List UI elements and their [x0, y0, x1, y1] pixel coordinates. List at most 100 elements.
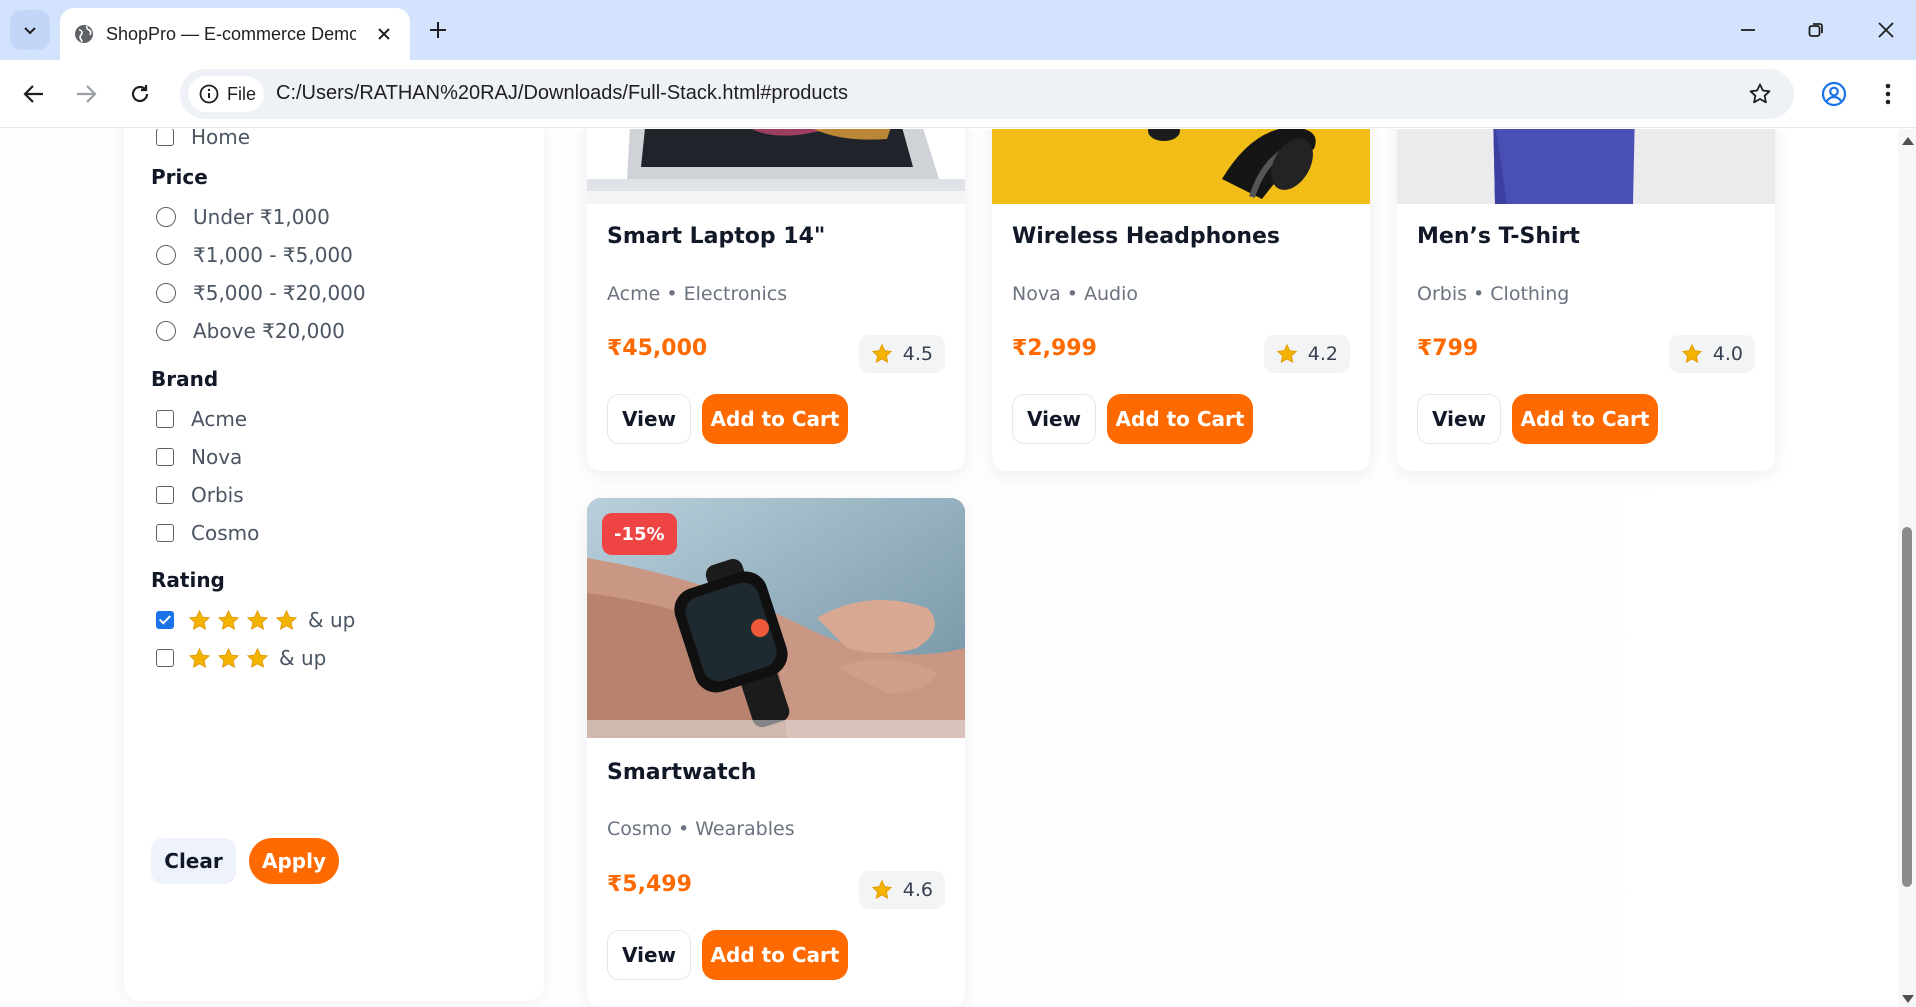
- add-to-cart-button[interactable]: Add to Cart: [1107, 394, 1253, 444]
- option-label: ₹1,000 - ₹5,000: [193, 243, 353, 267]
- product-title[interactable]: Smartwatch: [607, 760, 756, 785]
- reload-button[interactable]: [120, 74, 160, 114]
- scroll-down-arrow-icon[interactable]: [1902, 995, 1914, 1003]
- price-option-above-20000[interactable]: Above ₹20,000: [156, 316, 345, 346]
- brand-option-nova[interactable]: Nova: [156, 442, 242, 472]
- rating-option-3-up[interactable]: & up: [156, 643, 326, 673]
- restore-icon: [1808, 23, 1823, 37]
- radio-button[interactable]: [156, 207, 176, 227]
- chevron-down-icon: [24, 27, 36, 35]
- product-card: Wireless Headphones Nova • Audio ₹2,999 …: [992, 129, 1370, 471]
- close-icon: [1878, 22, 1894, 38]
- tab-list-button[interactable]: [10, 10, 50, 50]
- scroll-up-arrow-icon[interactable]: [1902, 137, 1914, 145]
- brand-option-orbis[interactable]: Orbis: [156, 480, 244, 510]
- checkbox[interactable]: [156, 448, 174, 466]
- menu-button[interactable]: [1868, 74, 1908, 114]
- tab-close-button[interactable]: [372, 22, 396, 46]
- checkbox[interactable]: [156, 649, 174, 667]
- rating-value: 4.5: [902, 343, 933, 365]
- option-label: ₹5,000 - ₹20,000: [193, 281, 366, 305]
- radio-button[interactable]: [156, 245, 176, 265]
- forward-button[interactable]: [66, 74, 106, 114]
- view-button[interactable]: View: [607, 930, 691, 980]
- radio-button[interactable]: [156, 283, 176, 303]
- price-option-1000-5000[interactable]: ₹1,000 - ₹5,000: [156, 240, 353, 270]
- product-price: ₹799: [1417, 336, 1479, 361]
- page-scrollbar[interactable]: [1898, 129, 1916, 1007]
- price-option-5000-20000[interactable]: ₹5,000 - ₹20,000: [156, 278, 366, 308]
- arrow-right-icon: [77, 85, 97, 103]
- option-label: Acme: [191, 407, 248, 431]
- checkbox[interactable]: [156, 410, 174, 428]
- category-option-home[interactable]: Home: [156, 129, 250, 152]
- rating-badge: 4.0: [1668, 335, 1755, 373]
- brand-option-cosmo[interactable]: Cosmo: [156, 518, 259, 548]
- product-image-headphones[interactable]: [992, 129, 1370, 204]
- globe-icon: [75, 25, 93, 43]
- discount-badge: -15%: [602, 513, 677, 555]
- radio-button[interactable]: [156, 321, 176, 341]
- checkbox[interactable]: [156, 524, 174, 542]
- rating-badge: 4.6: [858, 871, 945, 909]
- rating-value: 4.6: [902, 879, 933, 901]
- option-label: Nova: [191, 445, 243, 469]
- view-button[interactable]: View: [1012, 394, 1096, 444]
- product-card: Smart Laptop 14" Acme • Electronics ₹45,…: [587, 129, 965, 471]
- star-icon: [1681, 343, 1702, 364]
- view-button[interactable]: View: [607, 394, 691, 444]
- product-image-tshirt[interactable]: [1397, 129, 1775, 204]
- apply-filters-button[interactable]: Apply: [249, 838, 339, 884]
- product-title[interactable]: Men’s T-Shirt: [1417, 224, 1580, 249]
- checkbox-checked[interactable]: [156, 611, 174, 629]
- add-to-cart-button[interactable]: Add to Cart: [1512, 394, 1658, 444]
- product-image-laptop[interactable]: [587, 129, 965, 204]
- option-label: Cosmo: [191, 521, 260, 545]
- star-outline-icon: [1749, 83, 1771, 104]
- page-viewport: Home Price Under ₹1,000 ₹1,000 - ₹5,000 …: [0, 129, 1898, 1007]
- option-label: Above ₹20,000: [193, 319, 345, 343]
- clear-filters-button[interactable]: Clear: [151, 838, 236, 884]
- star-icon: [1276, 343, 1297, 364]
- site-info-chip[interactable]: File: [188, 76, 264, 112]
- profile-icon: [1821, 81, 1847, 107]
- close-window-button[interactable]: [1858, 10, 1914, 50]
- scroll-thumb[interactable]: [1902, 527, 1912, 887]
- price-option-under-1000[interactable]: Under ₹1,000: [156, 202, 330, 232]
- product-title[interactable]: Wireless Headphones: [1012, 224, 1280, 249]
- rating-suffix: & up: [279, 646, 327, 670]
- address-bar[interactable]: File C:/Users/RATHAN%20RAJ/Downloads/Ful…: [180, 69, 1794, 119]
- add-to-cart-button[interactable]: Add to Cart: [702, 394, 848, 444]
- browser-tab-bar: ShopPro — E-commerce Demo: [0, 0, 1916, 60]
- product-meta: Orbis • Clothing: [1417, 283, 1570, 305]
- rating-badge: 4.2: [1263, 335, 1350, 373]
- brand-option-acme[interactable]: Acme: [156, 404, 247, 434]
- star-icon: [217, 647, 240, 668]
- minimize-icon: [1741, 29, 1755, 31]
- new-tab-button[interactable]: [420, 12, 456, 48]
- arrow-left-icon: [23, 85, 43, 103]
- minimize-button[interactable]: [1720, 10, 1776, 50]
- star-icon: [217, 609, 240, 630]
- view-button[interactable]: View: [1417, 394, 1501, 444]
- rating-stars: [188, 609, 304, 632]
- star-icon: [871, 343, 892, 364]
- product-price: ₹5,499: [607, 872, 692, 897]
- price-section-title: Price: [151, 165, 208, 189]
- star-icon: [188, 647, 211, 668]
- bookmark-button[interactable]: [1744, 78, 1776, 110]
- rating-option-4-up[interactable]: & up: [156, 605, 355, 635]
- url-text[interactable]: C:/Users/RATHAN%20RAJ/Downloads/Full-Sta…: [276, 82, 848, 105]
- restore-button[interactable]: [1788, 10, 1844, 50]
- star-icon: [188, 609, 211, 630]
- browser-tab-active[interactable]: ShopPro — E-commerce Demo: [60, 8, 410, 60]
- product-title[interactable]: Smart Laptop 14": [607, 224, 825, 249]
- back-button[interactable]: [14, 74, 54, 114]
- checkbox[interactable]: [156, 486, 174, 504]
- product-meta: Cosmo • Wearables: [607, 818, 795, 840]
- checkbox[interactable]: [156, 129, 174, 146]
- tab-title: ShopPro — E-commerce Demo: [106, 23, 356, 44]
- add-to-cart-button[interactable]: Add to Cart: [702, 930, 848, 980]
- site-chip-label: File: [227, 83, 257, 104]
- profile-button[interactable]: [1814, 74, 1854, 114]
